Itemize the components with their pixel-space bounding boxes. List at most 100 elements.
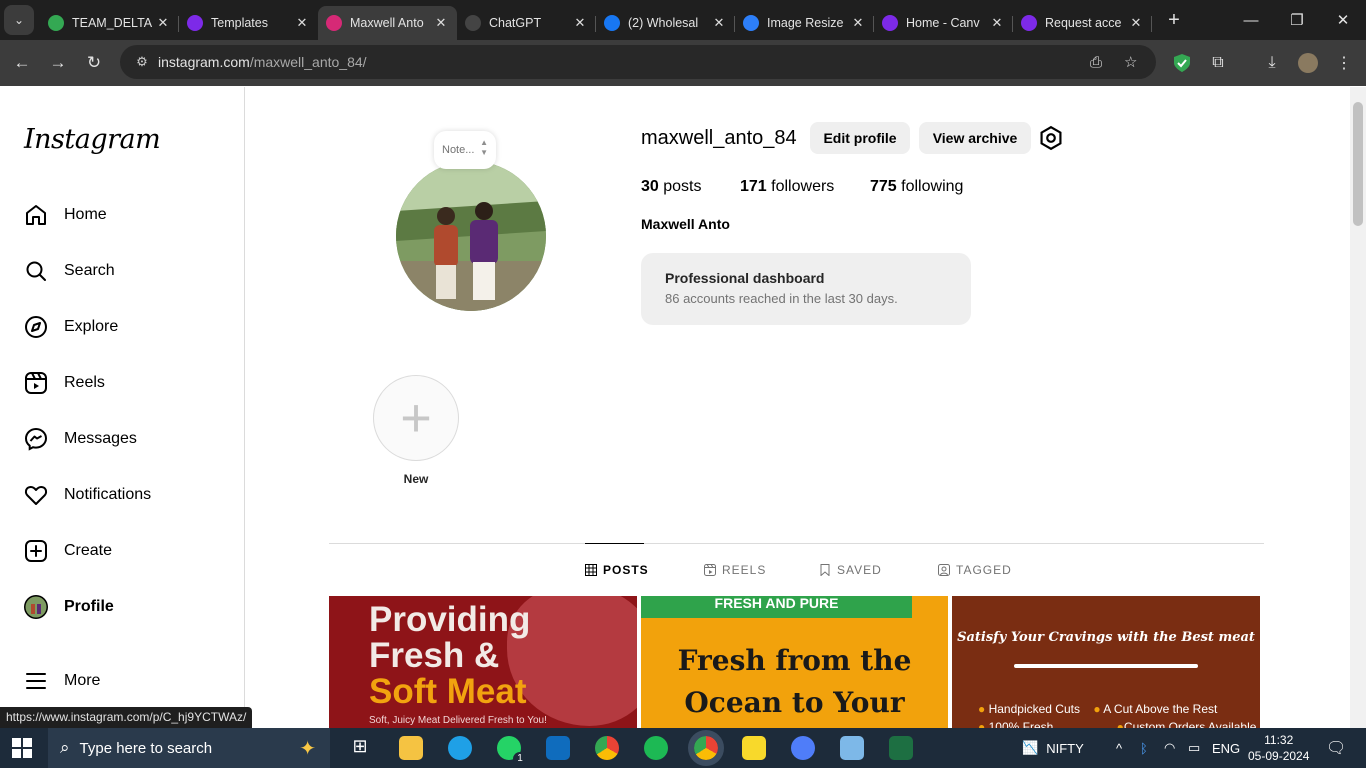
- tray-chevron-icon[interactable]: ^: [1116, 728, 1122, 768]
- address-bar[interactable]: ⚙ instagram.com/maxwell_anto_84/ ⎙ ☆: [120, 45, 1156, 79]
- close-tab-icon[interactable]: ✕: [850, 15, 866, 31]
- sidebar-item-messages[interactable]: Messages: [12, 415, 232, 463]
- sidebar-item-search[interactable]: Search: [12, 247, 232, 295]
- reels-icon: [704, 564, 716, 576]
- close-tab-icon[interactable]: ✕: [989, 15, 1005, 31]
- sidebar-item-notifications[interactable]: Notifications: [12, 471, 232, 519]
- close-tab-icon[interactable]: ✕: [294, 15, 310, 31]
- close-tab-icon[interactable]: ✕: [572, 15, 588, 31]
- clock[interactable]: 11:32 05-09-2024: [1248, 728, 1309, 768]
- post-divider: [1014, 664, 1198, 668]
- extensions-puzzle-icon[interactable]: ⧉: [1200, 45, 1236, 81]
- browser-tab[interactable]: ChatGPT ✕: [457, 6, 596, 40]
- spotify-icon[interactable]: [644, 736, 668, 760]
- restore-button[interactable]: ❐: [1274, 0, 1320, 40]
- tab-favicon-icon: [882, 15, 898, 31]
- battery-icon[interactable]: ▭: [1188, 728, 1200, 768]
- url-text[interactable]: instagram.com/maxwell_anto_84/: [158, 54, 367, 70]
- whatsapp-icon[interactable]: 1: [497, 736, 527, 766]
- browser-toolbar: ← → ↻ ⚙ instagram.com/maxwell_anto_84/ ⎙…: [0, 40, 1366, 86]
- bookmark-star-icon[interactable]: ☆: [1124, 45, 1137, 79]
- page-scrollbar[interactable]: [1350, 87, 1366, 728]
- browser-tab[interactable]: Maxwell Anto ✕: [318, 6, 457, 40]
- bluetooth-icon[interactable]: ᛒ: [1140, 728, 1148, 768]
- tab-tagged[interactable]: TAGGED: [938, 563, 1012, 577]
- browser-tab[interactable]: Home - Canv ✕: [874, 6, 1013, 40]
- site-info-icon[interactable]: ⚙: [128, 54, 156, 70]
- notification-center-icon[interactable]: 🗨: [1326, 728, 1346, 768]
- close-tab-icon[interactable]: ✕: [433, 15, 449, 31]
- view-archive-button[interactable]: View archive: [919, 122, 1031, 154]
- file-explorer-icon[interactable]: [399, 736, 423, 760]
- browser-tab[interactable]: Request acce ✕: [1013, 6, 1152, 40]
- task-view-icon[interactable]: ⊞: [348, 736, 372, 760]
- scrollbar-thumb[interactable]: [1353, 102, 1363, 226]
- browser-tab[interactable]: (2) Wholesal ✕: [596, 6, 735, 40]
- windows-start-icon[interactable]: [12, 738, 32, 758]
- close-tab-icon[interactable]: ✕: [1128, 15, 1144, 31]
- post-headline: Fresh from theOcean to Your Plate: [677, 644, 912, 719]
- edge-icon[interactable]: [448, 736, 472, 760]
- professional-dashboard-card[interactable]: Professional dashboard 86 accounts reach…: [641, 253, 971, 325]
- forward-button[interactable]: →: [40, 45, 76, 81]
- outlook-icon[interactable]: [546, 736, 570, 760]
- followers-label: followers: [771, 178, 835, 195]
- browser-tab[interactable]: TEAM_DELTA ✕: [40, 6, 179, 40]
- mail-icon[interactable]: [840, 736, 864, 760]
- taskbar-search-placeholder: Type here to search: [79, 739, 213, 757]
- reload-button[interactable]: ↻: [76, 45, 112, 81]
- reels-icon: [25, 372, 47, 394]
- sidebar-item-more[interactable]: More: [12, 657, 232, 705]
- excel-icon[interactable]: [889, 736, 913, 760]
- language-indicator[interactable]: ENG: [1212, 728, 1240, 768]
- profile-avatar-icon[interactable]: [1290, 45, 1326, 81]
- chrome-icon[interactable]: [595, 736, 619, 760]
- menu-icon: [26, 673, 46, 689]
- followers-stat[interactable]: 171 followers: [740, 178, 834, 196]
- browser-tab[interactable]: Image Resize ✕: [735, 6, 874, 40]
- chat-app-icon[interactable]: [791, 736, 815, 760]
- post-tile[interactable]: FRESH AND PURE Fresh from the Ocean to Yo…: [641, 596, 948, 728]
- tab-posts[interactable]: POSTS: [585, 563, 649, 577]
- tab-title: Image Resize: [767, 16, 844, 30]
- tab-search-button[interactable]: ⌄: [4, 5, 34, 35]
- instagram-logo[interactable]: Instagram: [24, 124, 161, 155]
- nifty-label: NIFTY: [1046, 740, 1084, 756]
- note-stepper-icon: ▲ ▼: [480, 138, 488, 157]
- posts-stat: 30 posts: [641, 178, 702, 196]
- sidebar-item-create[interactable]: Create: [12, 527, 232, 575]
- close-tab-icon[interactable]: ✕: [155, 15, 171, 31]
- back-button[interactable]: ←: [4, 45, 40, 81]
- sticky-notes-icon[interactable]: [742, 736, 766, 760]
- tab-reels[interactable]: REELS: [704, 563, 766, 577]
- shield-extension-icon[interactable]: [1164, 45, 1200, 81]
- sidebar-item-explore[interactable]: Explore: [12, 303, 232, 351]
- chrome-active-icon[interactable]: [688, 730, 724, 766]
- wifi-icon[interactable]: ◠: [1164, 728, 1175, 768]
- download-icon[interactable]: ⤓: [1254, 45, 1290, 81]
- install-app-icon[interactable]: ⎙: [1090, 45, 1102, 79]
- stock-chart-icon: 📉: [1022, 740, 1039, 755]
- following-stat[interactable]: 775 following: [870, 178, 963, 196]
- sidebar-item-home[interactable]: Home: [12, 191, 232, 239]
- minimize-button[interactable]: —: [1228, 0, 1274, 40]
- note-bubble[interactable]: Note... ▲ ▼: [434, 131, 496, 169]
- close-tab-icon[interactable]: ✕: [711, 15, 727, 31]
- sidebar-item-profile[interactable]: Profile: [12, 583, 232, 631]
- tab-saved[interactable]: SAVED: [819, 563, 882, 577]
- new-highlight-button[interactable]: +: [373, 375, 459, 461]
- profile-avatar[interactable]: [396, 161, 546, 311]
- close-window-button[interactable]: ✕: [1320, 0, 1366, 40]
- sidebar-item-reels[interactable]: Reels: [12, 359, 232, 407]
- taskbar-search-box[interactable]: ⌕ Type here to search ✦: [48, 728, 330, 768]
- post-tile[interactable]: Satisfy Your Cravings with the Best meat…: [952, 596, 1260, 728]
- tab-title: (2) Wholesal: [628, 16, 699, 30]
- settings-gear-icon[interactable]: [1038, 125, 1064, 151]
- browser-menu-icon[interactable]: ⋮: [1326, 45, 1362, 81]
- new-tab-button[interactable]: +: [1162, 9, 1186, 32]
- nifty-widget[interactable]: 📉 NIFTY: [1022, 728, 1084, 768]
- browser-tab[interactable]: Templates ✕: [179, 6, 318, 40]
- post-tile[interactable]: Providing Fresh & Soft Meat Soft, Juicy Me…: [329, 596, 637, 728]
- dashboard-title: Professional dashboard: [665, 270, 825, 286]
- edit-profile-button[interactable]: Edit profile: [810, 122, 910, 154]
